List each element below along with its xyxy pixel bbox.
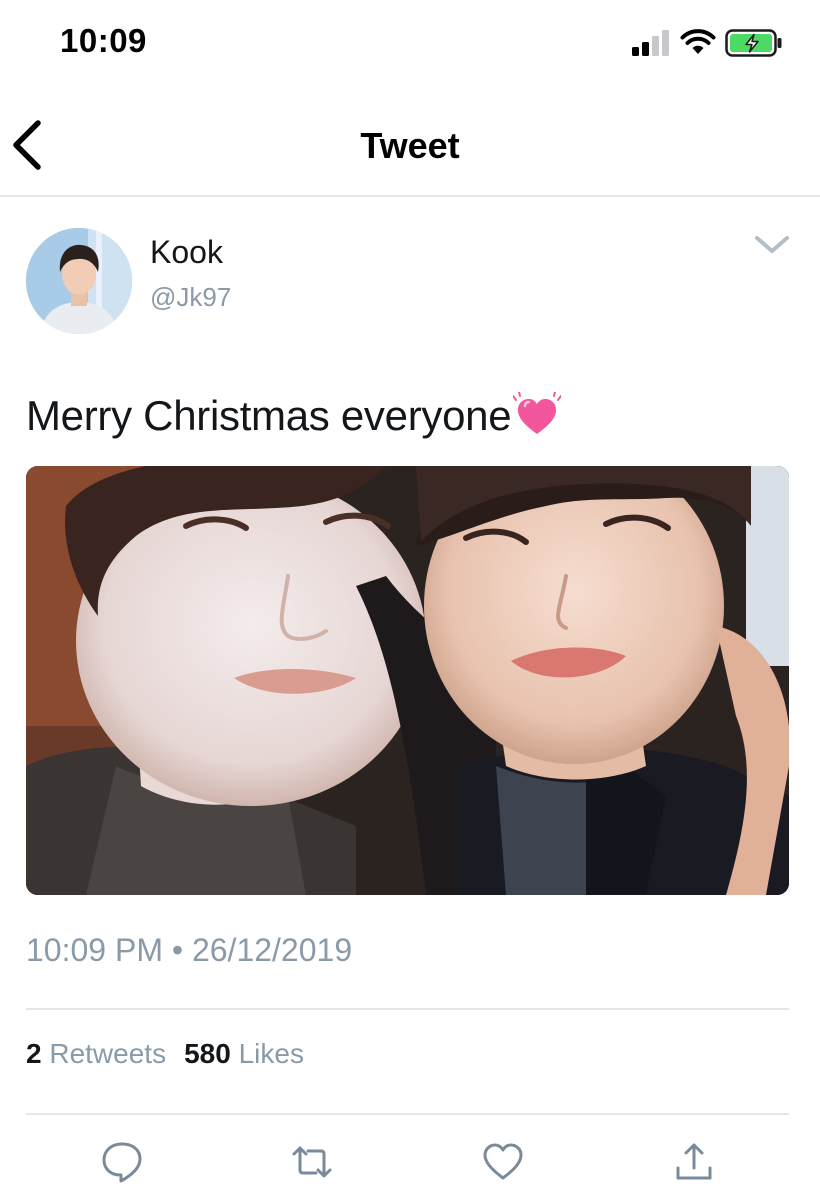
tweet-text-content: Merry Christmas everyone (26, 392, 512, 439)
tweet-timestamp[interactable]: 10:09 PM • 26/12/2019 (26, 932, 352, 969)
reply-icon (102, 1142, 142, 1183)
divider (26, 1008, 789, 1010)
battery-charging-icon (725, 29, 782, 57)
signal-icon (632, 30, 669, 56)
tweet-time: 10:09 PM (26, 932, 163, 968)
share-icon (676, 1143, 712, 1180)
divider (26, 1113, 789, 1115)
tweet-stats: 2 Retweets 580 Likes (26, 1038, 304, 1070)
tweet-photo[interactable] (26, 466, 789, 895)
likes-count: 580 (184, 1038, 231, 1069)
tweet-text: Merry Christmas everyone (26, 392, 562, 440)
nav-bar: Tweet (0, 95, 820, 197)
status-bar: 10:09 (0, 0, 820, 90)
likes-stat[interactable]: 580 Likes (184, 1038, 304, 1069)
beating-heart-emoji-icon (513, 392, 562, 434)
likes-label: Likes (238, 1038, 304, 1069)
author-name[interactable]: Kook (150, 234, 223, 271)
like-icon (483, 1143, 523, 1180)
avatar-image (26, 228, 132, 334)
reply-button[interactable] (100, 1140, 144, 1184)
tweet-photo-image (26, 466, 789, 895)
like-button[interactable] (481, 1140, 525, 1184)
wifi-icon (680, 29, 716, 54)
tweet-date: 26/12/2019 (191, 932, 353, 968)
chevron-down-icon[interactable] (752, 232, 792, 258)
timestamp-separator: • (171, 932, 184, 968)
retweet-button[interactable] (290, 1140, 334, 1184)
share-button[interactable] (672, 1140, 716, 1184)
avatar[interactable] (26, 228, 132, 334)
tweet-detail-screen: 10:09 Tweet Kook @Jk97 Merry Christmas e… (0, 0, 820, 1200)
author-handle[interactable]: @Jk97 (150, 282, 231, 313)
retweets-count: 2 (26, 1038, 42, 1069)
retweet-icon (292, 1146, 332, 1178)
page-title: Tweet (360, 125, 460, 166)
retweets-label: Retweets (49, 1038, 167, 1069)
retweets-stat[interactable]: 2 Retweets (26, 1038, 166, 1069)
status-time: 10:09 (60, 22, 147, 59)
